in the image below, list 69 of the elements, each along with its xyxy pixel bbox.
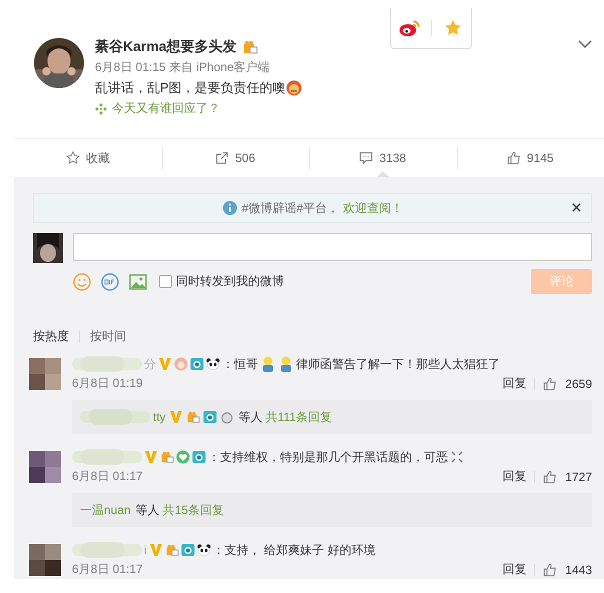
blurred-username [80, 408, 150, 426]
sort-tab[interactable]: 按时间 [90, 328, 126, 345]
repost-checkbox[interactable] [159, 275, 172, 288]
camera-icon [180, 543, 195, 557]
like-count: 1443 [565, 562, 592, 576]
weibo-icon[interactable] [398, 19, 420, 37]
reply-link[interactable]: 回复 [502, 561, 526, 578]
reply-suffix: 等人 [136, 502, 160, 518]
notice-text: #微博辟谣#平台， [242, 200, 340, 216]
reply-count-link[interactable]: 共15条回复 [162, 502, 224, 518]
chevron-down-icon[interactable] [578, 40, 592, 48]
sort-tab[interactable]: 按热度 [33, 328, 69, 345]
post-text: 乱讲话，乱P图，是要负责任的噢 [95, 79, 286, 97]
comment-text: ：支持， 给郑爽妹子 好的环境 [212, 542, 376, 558]
gif-icon[interactable] [101, 272, 119, 290]
reply-username[interactable]: tty [153, 410, 166, 424]
sparkle-icon [95, 102, 107, 114]
v-badge-icon [168, 410, 183, 424]
member-badge-icon [164, 543, 179, 557]
comment-time: 6月8日 01:17 [72, 561, 143, 578]
thumbs-up-icon[interactable] [543, 376, 558, 390]
action-tab[interactable]: 收藏 [14, 139, 162, 177]
camera-icon [190, 357, 204, 371]
close-icon[interactable] [572, 203, 581, 212]
blurred-username [72, 541, 142, 559]
repost-label: 同时转发到我的微博 [176, 273, 284, 290]
camera-icon [202, 410, 217, 424]
comment-input[interactable] [73, 233, 592, 261]
like-count: 2659 [565, 376, 592, 390]
v-badge-icon [144, 450, 158, 464]
v-badge-icon [148, 543, 163, 557]
comment-text: ：支持维权，特别是那几个开黑话题的，可恶 [208, 448, 448, 466]
reply-link[interactable]: 今天又有谁回应了？ [112, 100, 220, 117]
thumbs-up-icon [506, 151, 521, 165]
reply-link[interactable]: 回复 [502, 375, 526, 392]
angry-face-icon [286, 80, 302, 96]
reply-link[interactable]: 回复 [502, 468, 526, 485]
panda-icon [196, 543, 211, 557]
comment-time: 6月8日 01:19 [72, 375, 143, 392]
author-name[interactable]: 綦谷Karma想要多头发 [95, 38, 237, 56]
member-badge-icon [186, 410, 200, 424]
v-badge-icon [158, 357, 172, 371]
comment-text: 律师函警告了解一下！那些人太猖狂了 [296, 356, 500, 372]
camera-icon [192, 450, 206, 464]
thumbs-up-icon[interactable] [543, 470, 558, 484]
emoji-figure-icon [278, 356, 294, 372]
reply-suffix: 等人 [238, 408, 263, 426]
reply-count-link[interactable]: 共111条回复 [266, 408, 332, 426]
like-count: 1727 [565, 470, 592, 484]
comment-time: 6月8日 01:17 [72, 468, 143, 485]
star-outline-icon [66, 151, 80, 165]
ring-icon [220, 410, 234, 424]
blurred-username [72, 448, 142, 466]
post-time: 6月8日 01:15 来自 iPhone客户端 [95, 59, 271, 76]
image-icon[interactable] [129, 272, 147, 290]
reply-username[interactable]: 一温nuan [80, 502, 131, 518]
member-badge-icon [160, 450, 174, 464]
emoji-figure-icon [260, 356, 276, 372]
comment-icon [359, 151, 374, 165]
member-badge-icon [242, 39, 258, 55]
comment-text: ：恒哥 [222, 356, 258, 372]
thumbs-up-icon[interactable] [543, 562, 558, 576]
anger-mark-icon [450, 450, 464, 464]
share-icon [215, 151, 230, 165]
blurred-username [72, 355, 142, 373]
notice-link[interactable]: 欢迎查阅！ [343, 200, 404, 216]
heart-badge-icon [176, 450, 190, 464]
panda-icon [206, 357, 220, 371]
info-icon [222, 200, 238, 216]
